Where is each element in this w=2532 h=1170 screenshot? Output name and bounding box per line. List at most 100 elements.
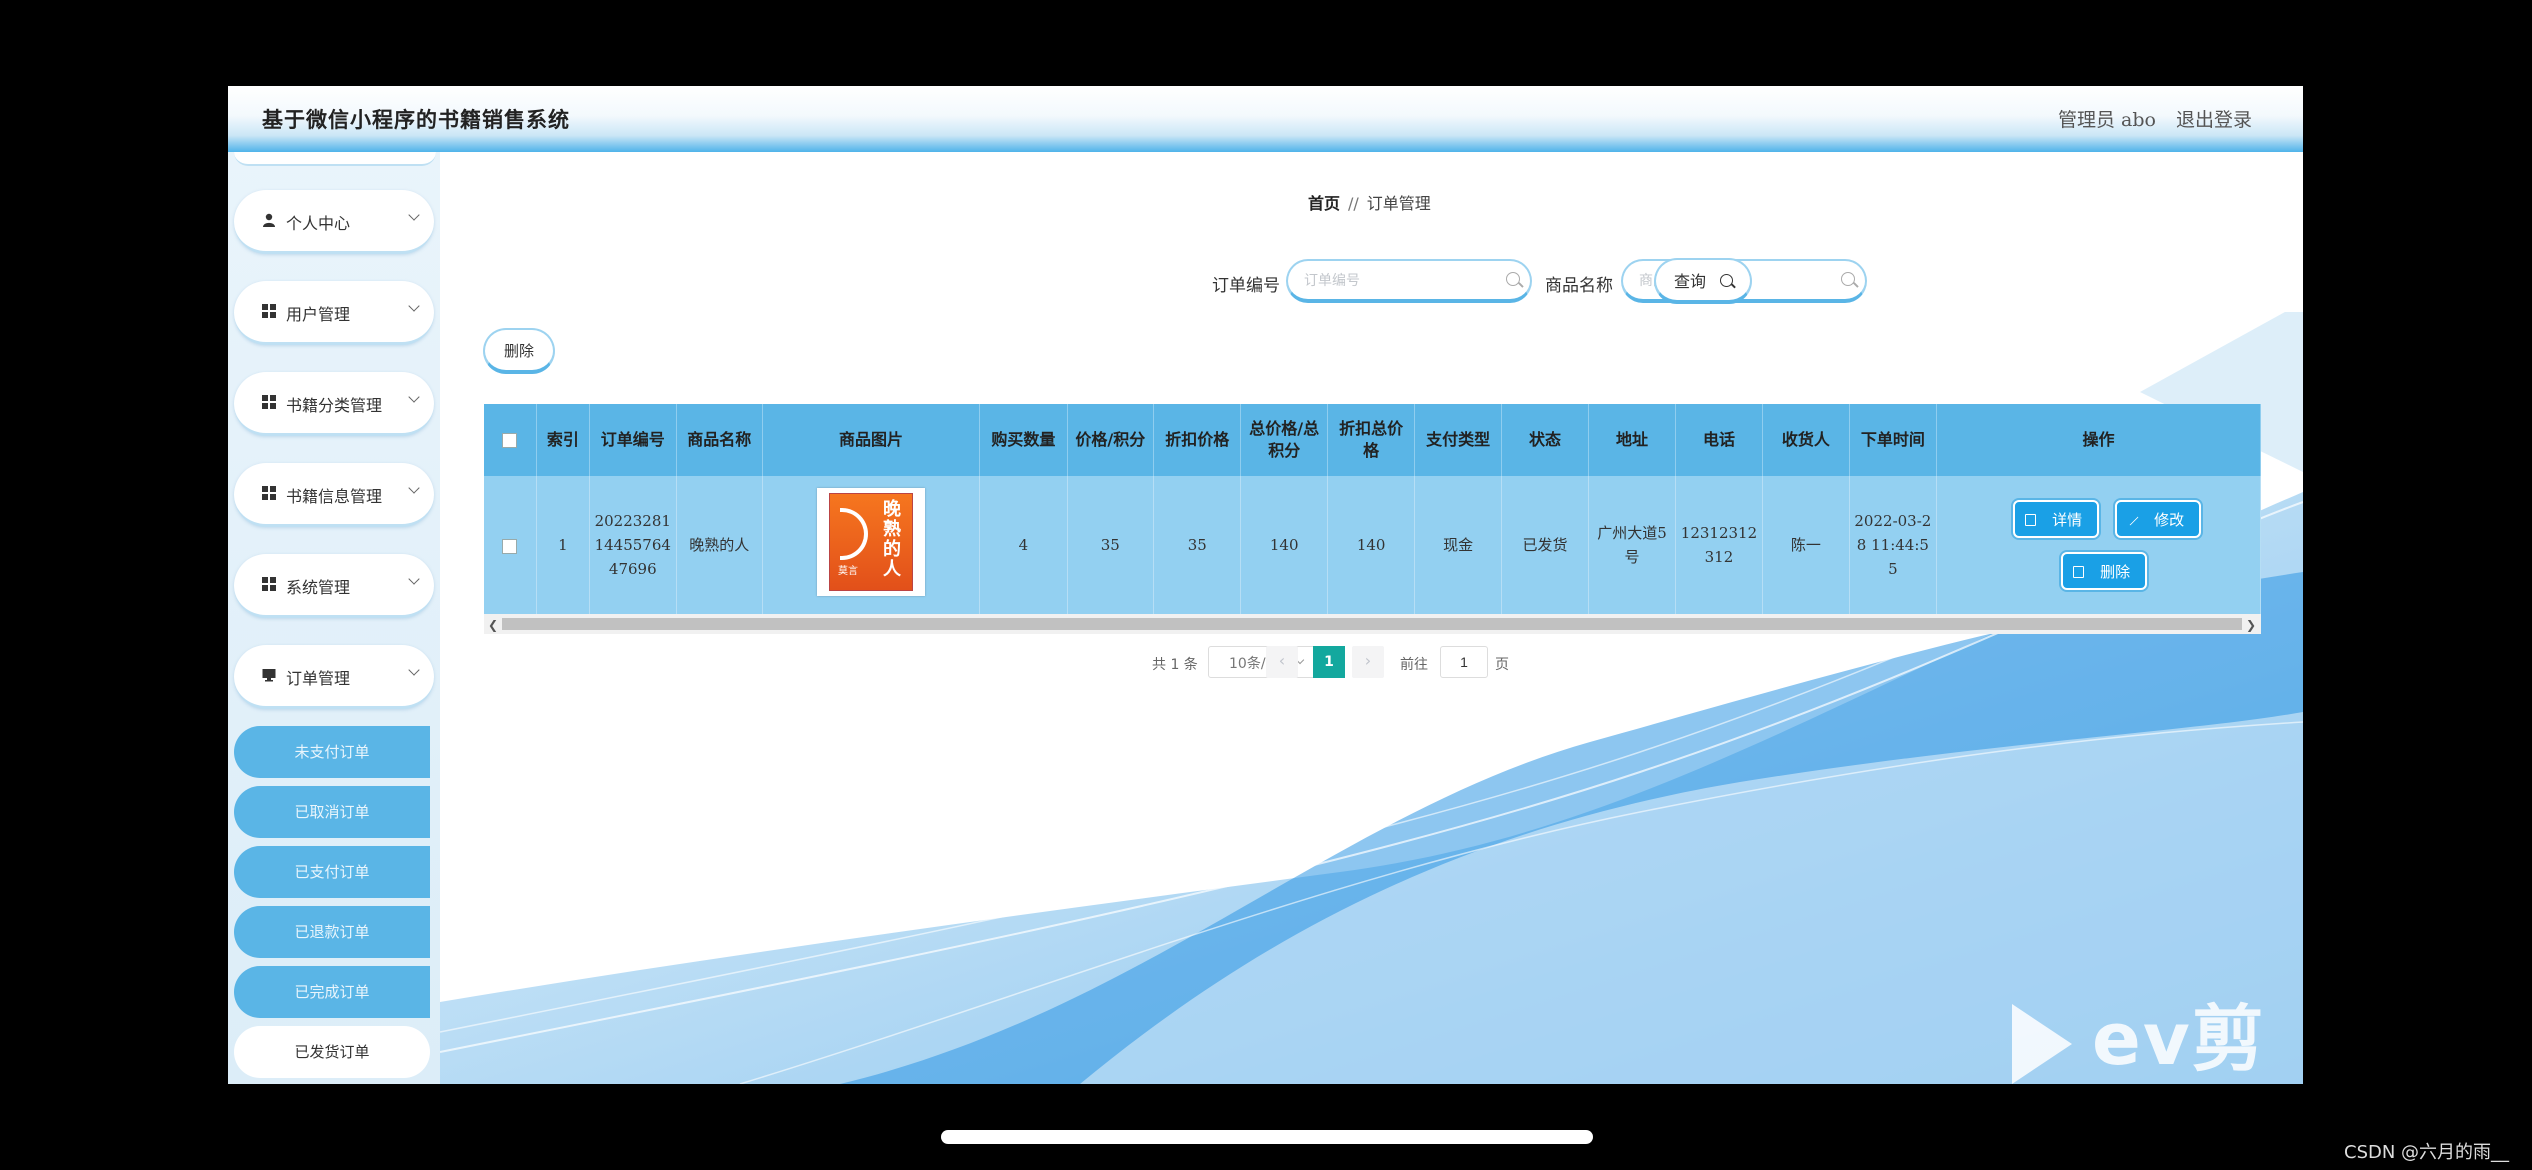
row-checkbox[interactable] — [502, 538, 518, 554]
sidebar-subitem-cancelled[interactable]: 已取消订单 — [234, 786, 430, 838]
breadcrumb: 首页 // 订单管理 — [1308, 190, 1431, 214]
sidebar-item-label: 订单管理 — [286, 669, 351, 688]
table-horizontal-scrollbar[interactable]: ❮ ❯ — [484, 614, 2261, 634]
column-header[interactable]: 折扣总价格 — [1327, 404, 1416, 476]
chevron-down-icon — [408, 209, 420, 221]
sidebar-subitem-unpaid[interactable]: 未支付订单 — [234, 726, 430, 778]
grid-icon — [262, 304, 276, 318]
goto-page-input[interactable] — [1440, 646, 1488, 678]
select-all-cell — [484, 404, 537, 476]
detail-button[interactable]: 详情 — [2013, 500, 2100, 538]
column-header[interactable]: 收货人 — [1762, 404, 1850, 476]
column-header[interactable]: 索引 — [536, 404, 591, 476]
sidebar-item-book-info[interactable]: 书籍信息管理 — [234, 463, 434, 527]
chevron-down-icon — [408, 300, 420, 312]
table-row[interactable]: 1 2022328114455764 47696 晚熟的人 晚熟的人 莫言 4 … — [484, 476, 2261, 614]
delete-row-button[interactable]: 删除 — [2061, 552, 2148, 590]
cell-phone: 12312312312 — [1675, 476, 1764, 614]
cell-order-no: 2022328114455764 47696 — [589, 476, 677, 614]
select-all-checkbox[interactable] — [502, 433, 518, 448]
sidebar-subitem-shipped[interactable]: 已发货订单 — [234, 1026, 430, 1078]
sidebar-item-system[interactable]: 系统管理 — [234, 554, 434, 618]
app-window: 基于微信小程序的书籍销售系统 管理员 abo 退出登录 个人中心 用户管理 书籍… — [228, 86, 2303, 1084]
cover-mark — [840, 507, 869, 560]
column-header: 操作 — [1936, 404, 2261, 476]
chevron-down-icon — [408, 573, 420, 585]
sidebar-item-user-management[interactable]: 用户管理 — [234, 281, 434, 345]
monitor-icon — [262, 669, 276, 682]
home-indicator — [941, 1130, 1593, 1144]
pagination-total: 共 1 条 — [1152, 657, 1198, 673]
cell-operations: 详情 修改 删除 — [1936, 476, 2261, 614]
chevron-down-icon — [408, 482, 420, 494]
search-icon — [1720, 274, 1733, 287]
breadcrumb-separator: // — [1348, 194, 1359, 213]
admin-label: 管理员 abo — [2058, 109, 2156, 131]
column-header[interactable]: 支付类型 — [1414, 404, 1502, 476]
logout-button[interactable]: 退出登录 — [2176, 105, 2252, 132]
sidebar-top-edge — [234, 152, 436, 166]
column-header[interactable]: 购买数量 — [979, 404, 1068, 476]
credit-watermark: CSDN @六月的雨__ — [2344, 1142, 2510, 1163]
sidebar-subitem-paid[interactable]: 已支付订单 — [234, 846, 430, 898]
scrollbar-thumb[interactable] — [502, 618, 2242, 630]
chevron-down-icon — [408, 391, 420, 403]
column-header[interactable]: 状态 — [1501, 404, 1590, 476]
edit-button[interactable]: 修改 — [2115, 500, 2202, 538]
search-icon — [1506, 272, 1520, 286]
cell-status: 已发货 — [1501, 476, 1590, 614]
book-cover-image[interactable]: 晚熟的人 莫言 — [817, 487, 926, 596]
cell-discount-total: 140 — [1327, 476, 1416, 614]
breadcrumb-current: 订单管理 — [1366, 194, 1431, 213]
column-header[interactable]: 地址 — [1588, 404, 1676, 476]
sidebar-subitem-completed[interactable]: 已完成订单 — [234, 966, 430, 1018]
scroll-left-arrow[interactable]: ❮ — [488, 618, 498, 632]
document-icon — [2025, 514, 2037, 526]
sidebar-item-label: 系统管理 — [286, 578, 351, 597]
sidebar-item-personal-center[interactable]: 个人中心 — [234, 190, 434, 254]
sidebar: 个人中心 用户管理 书籍分类管理 书籍信息管理 系统管理 订单管理 未支付订单 … — [228, 152, 440, 1084]
next-page-button[interactable]: › — [1352, 646, 1384, 678]
cover-title: 晚熟的人 — [883, 498, 902, 580]
column-header[interactable]: 下单时间 — [1849, 404, 1938, 476]
grid-icon — [262, 395, 276, 409]
scroll-right-arrow[interactable]: ❯ — [2246, 618, 2256, 632]
trash-icon — [2073, 566, 2085, 578]
edit-label: 修改 — [2154, 510, 2185, 529]
grid-icon — [262, 486, 276, 500]
chevron-down-icon — [408, 664, 420, 676]
detail-label: 详情 — [2052, 510, 2083, 529]
cover-author: 莫言 — [838, 565, 859, 577]
query-button[interactable]: 查询 — [1654, 258, 1752, 304]
cell-index: 1 — [536, 476, 591, 614]
order-table: 索引 订单编号 商品名称 商品图片 购买数量 价格/积分 折扣价格 总价格/总积… — [484, 404, 2261, 634]
breadcrumb-home[interactable]: 首页 — [1308, 194, 1340, 213]
cell-product-image: 晚熟的人 莫言 — [762, 476, 981, 614]
prev-page-button[interactable]: ‹ — [1266, 646, 1298, 678]
page-size-select[interactable]: 10条/页 — [1208, 646, 1316, 678]
column-header[interactable]: 商品图片 — [762, 404, 981, 476]
column-header[interactable]: 订单编号 — [589, 404, 677, 476]
sidebar-item-book-category[interactable]: 书籍分类管理 — [234, 372, 434, 436]
cell-quantity: 4 — [979, 476, 1068, 614]
column-header[interactable]: 商品名称 — [676, 404, 763, 476]
book-cover: 晚熟的人 莫言 — [829, 492, 914, 591]
page-number-current[interactable]: 1 — [1313, 646, 1345, 678]
column-header[interactable]: 价格/积分 — [1067, 404, 1155, 476]
delete-label: 删除 — [2100, 562, 2131, 581]
product-name-label: 商品名称 — [1545, 276, 1613, 296]
batch-delete-button[interactable]: 删除 — [483, 328, 555, 374]
cell-total-price: 140 — [1240, 476, 1328, 614]
order-no-input[interactable] — [1286, 259, 1532, 303]
column-header[interactable]: 电话 — [1675, 404, 1764, 476]
column-header[interactable]: 折扣价格 — [1153, 404, 1242, 476]
sidebar-item-label: 用户管理 — [286, 305, 351, 324]
sidebar-item-label: 个人中心 — [286, 214, 351, 233]
sidebar-subitem-refunded[interactable]: 已退款订单 — [234, 906, 430, 958]
system-title: 基于微信小程序的书籍销售系统 — [262, 107, 570, 132]
cell-order-time: 2022-03-28 11:44:55 — [1849, 476, 1938, 614]
sidebar-item-orders[interactable]: 订单管理 — [234, 645, 434, 709]
column-header[interactable]: 总价格/总积分 — [1240, 404, 1328, 476]
sidebar-item-label: 书籍信息管理 — [286, 487, 383, 506]
grid-icon — [262, 577, 276, 591]
